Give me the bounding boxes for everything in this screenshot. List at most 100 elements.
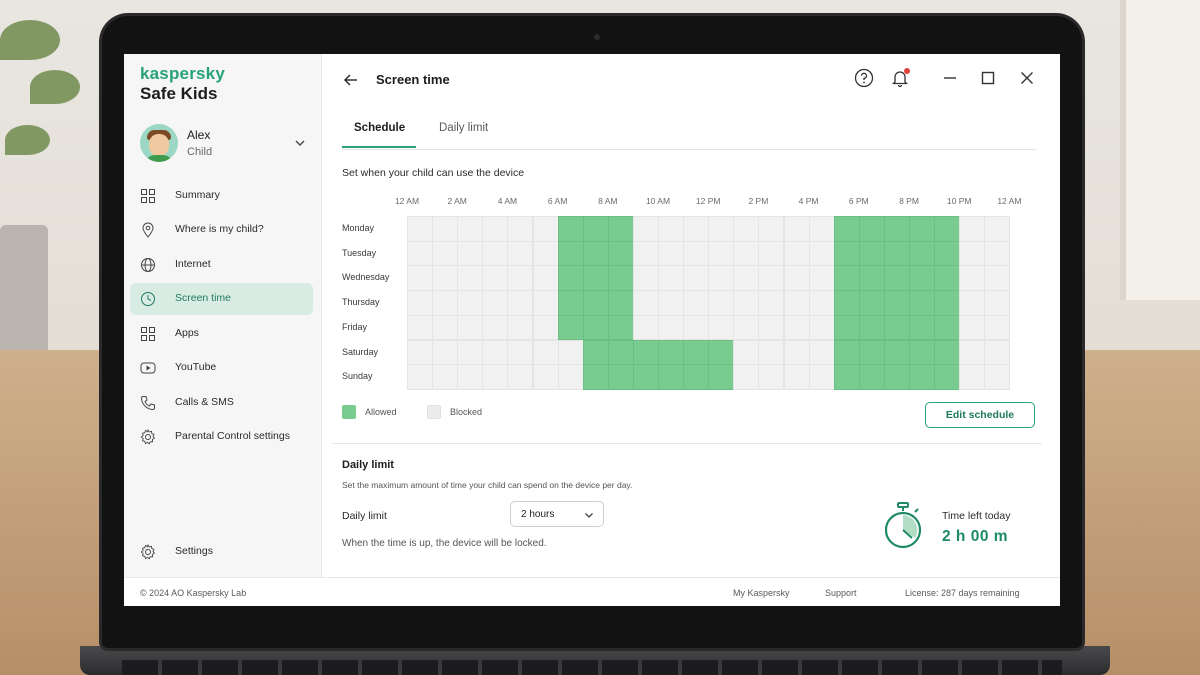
schedule-cell-blocked[interactable] [532, 290, 559, 316]
schedule-cell-allowed[interactable] [557, 240, 584, 267]
schedule-grid[interactable] [407, 216, 1011, 390]
schedule-cell-blocked[interactable] [783, 339, 810, 366]
schedule-cell-blocked[interactable] [407, 240, 434, 267]
schedule-cell-blocked[interactable] [432, 290, 459, 316]
sidebar-item-internet[interactable]: Internet [130, 249, 313, 281]
schedule-cell-allowed[interactable] [683, 339, 710, 366]
schedule-cell-allowed[interactable] [582, 240, 609, 267]
schedule-cell-blocked[interactable] [758, 314, 785, 341]
child-avatar[interactable] [140, 124, 178, 162]
schedule-cell-allowed[interactable] [607, 314, 634, 341]
schedule-cell-allowed[interactable] [833, 290, 860, 316]
schedule-cell-blocked[interactable] [507, 240, 534, 267]
schedule-cell-allowed[interactable] [658, 339, 685, 366]
schedule-cell-allowed[interactable] [833, 216, 860, 242]
schedule-cell-allowed[interactable] [557, 290, 584, 316]
schedule-cell-allowed[interactable] [607, 339, 634, 366]
schedule-cell-allowed[interactable] [909, 240, 936, 267]
schedule-cell-blocked[interactable] [733, 216, 760, 242]
schedule-cell-blocked[interactable] [758, 265, 785, 292]
schedule-cell-allowed[interactable] [883, 216, 910, 242]
schedule-cell-blocked[interactable] [959, 290, 986, 316]
schedule-cell-allowed[interactable] [858, 314, 885, 341]
schedule-cell-blocked[interactable] [783, 364, 810, 390]
schedule-cell-blocked[interactable] [632, 314, 659, 341]
schedule-cell-blocked[interactable] [407, 364, 434, 390]
minimize-icon[interactable] [940, 68, 960, 88]
schedule-cell-blocked[interactable] [683, 216, 710, 242]
schedule-cell-blocked[interactable] [708, 216, 735, 242]
schedule-cell-blocked[interactable] [532, 216, 559, 242]
schedule-cell-allowed[interactable] [934, 240, 961, 267]
schedule-cell-blocked[interactable] [532, 364, 559, 390]
schedule-cell-blocked[interactable] [482, 314, 509, 341]
schedule-cell-blocked[interactable] [783, 290, 810, 316]
schedule-cell-allowed[interactable] [582, 290, 609, 316]
schedule-cell-allowed[interactable] [607, 265, 634, 292]
schedule-cell-blocked[interactable] [984, 265, 1011, 292]
schedule-cell-allowed[interactable] [858, 216, 885, 242]
schedule-cell-allowed[interactable] [858, 265, 885, 292]
schedule-cell-allowed[interactable] [833, 364, 860, 390]
schedule-cell-allowed[interactable] [833, 240, 860, 267]
schedule-cell-blocked[interactable] [683, 314, 710, 341]
schedule-cell-blocked[interactable] [808, 265, 835, 292]
schedule-cell-blocked[interactable] [733, 339, 760, 366]
schedule-cell-blocked[interactable] [532, 240, 559, 267]
chevron-down-icon[interactable] [293, 136, 307, 150]
schedule-cell-blocked[interactable] [658, 216, 685, 242]
schedule-cell-blocked[interactable] [482, 290, 509, 316]
schedule-cell-blocked[interactable] [532, 339, 559, 366]
schedule-cell-blocked[interactable] [959, 314, 986, 341]
schedule-cell-allowed[interactable] [883, 290, 910, 316]
schedule-cell-blocked[interactable] [783, 216, 810, 242]
schedule-cell-allowed[interactable] [557, 216, 584, 242]
sidebar-item-summary[interactable]: Summary [130, 180, 313, 212]
schedule-cell-blocked[interactable] [532, 314, 559, 341]
schedule-cell-blocked[interactable] [984, 290, 1011, 316]
schedule-cell-blocked[interactable] [683, 290, 710, 316]
schedule-cell-allowed[interactable] [582, 265, 609, 292]
schedule-cell-blocked[interactable] [432, 339, 459, 366]
schedule-cell-blocked[interactable] [733, 314, 760, 341]
schedule-cell-blocked[interactable] [808, 314, 835, 341]
schedule-cell-blocked[interactable] [407, 339, 434, 366]
schedule-cell-blocked[interactable] [708, 240, 735, 267]
schedule-cell-blocked[interactable] [557, 364, 584, 390]
schedule-cell-allowed[interactable] [708, 364, 735, 390]
schedule-cell-blocked[interactable] [457, 290, 484, 316]
schedule-cell-blocked[interactable] [457, 314, 484, 341]
schedule-cell-blocked[interactable] [658, 314, 685, 341]
schedule-cell-allowed[interactable] [883, 339, 910, 366]
schedule-cell-blocked[interactable] [507, 216, 534, 242]
schedule-cell-blocked[interactable] [457, 216, 484, 242]
daily-limit-select[interactable]: 2 hours [510, 501, 604, 527]
schedule-cell-blocked[interactable] [808, 290, 835, 316]
schedule-cell-allowed[interactable] [883, 265, 910, 292]
schedule-cell-blocked[interactable] [482, 339, 509, 366]
schedule-cell-blocked[interactable] [708, 265, 735, 292]
schedule-cell-blocked[interactable] [733, 290, 760, 316]
schedule-cell-blocked[interactable] [432, 216, 459, 242]
schedule-cell-allowed[interactable] [934, 314, 961, 341]
schedule-cell-allowed[interactable] [833, 339, 860, 366]
sidebar-item-apps[interactable]: Apps [130, 318, 313, 350]
schedule-cell-blocked[interactable] [557, 339, 584, 366]
schedule-cell-blocked[interactable] [482, 364, 509, 390]
schedule-cell-blocked[interactable] [632, 240, 659, 267]
schedule-cell-allowed[interactable] [909, 314, 936, 341]
schedule-cell-allowed[interactable] [607, 290, 634, 316]
child-name[interactable]: Alex [187, 128, 210, 142]
schedule-cell-allowed[interactable] [909, 290, 936, 316]
schedule-cell-blocked[interactable] [482, 265, 509, 292]
schedule-cell-allowed[interactable] [883, 314, 910, 341]
schedule-cell-blocked[interactable] [984, 216, 1011, 242]
schedule-cell-blocked[interactable] [507, 265, 534, 292]
schedule-cell-blocked[interactable] [959, 240, 986, 267]
schedule-cell-blocked[interactable] [984, 364, 1011, 390]
schedule-cell-allowed[interactable] [934, 290, 961, 316]
schedule-cell-blocked[interactable] [959, 216, 986, 242]
schedule-cell-blocked[interactable] [683, 240, 710, 267]
schedule-cell-blocked[interactable] [407, 290, 434, 316]
schedule-cell-blocked[interactable] [683, 265, 710, 292]
